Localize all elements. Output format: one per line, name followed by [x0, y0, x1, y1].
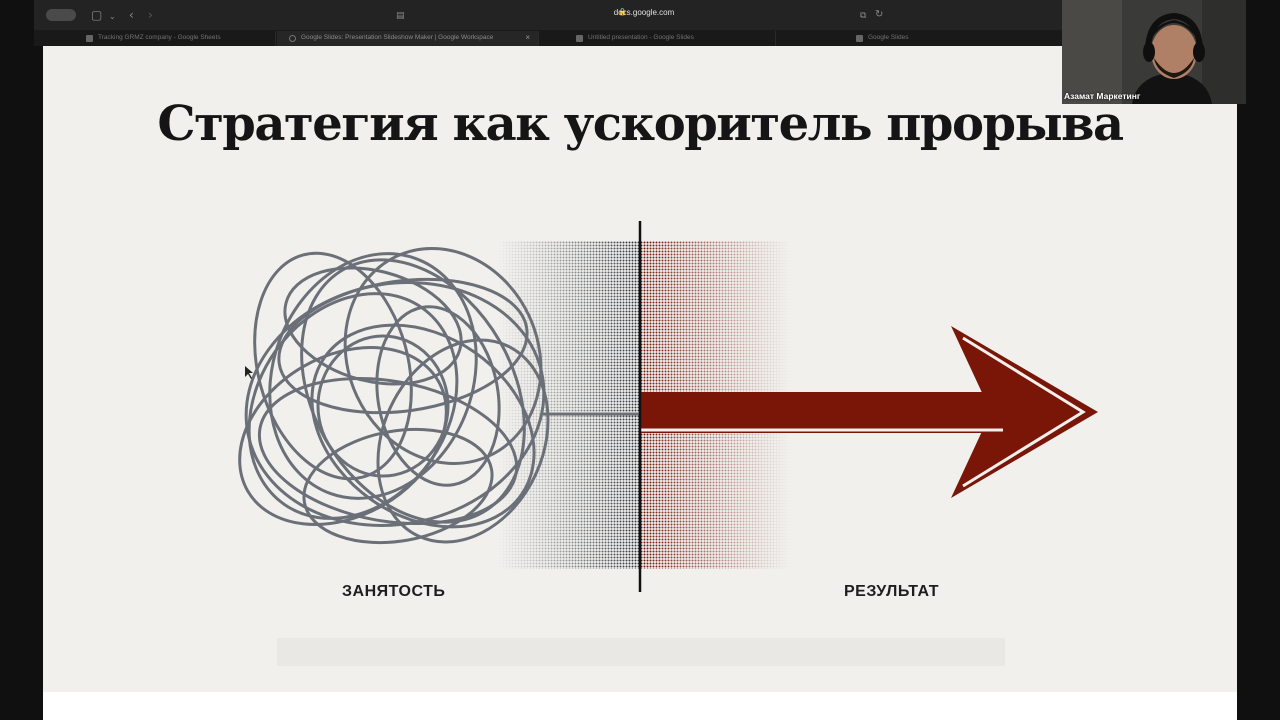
- sheets-icon: [86, 35, 93, 42]
- label-result: РЕЗУЛЬТАТ: [844, 583, 940, 600]
- sidebar-icon[interactable]: ▢: [91, 8, 102, 22]
- browser-toolbar: ▢ ⌄ ‹ › ▤ 🔒 docs.google.com ⧉ ↻: [34, 0, 1064, 31]
- halftone-grey-block: [498, 241, 640, 569]
- tab-google-slides[interactable]: Google Slides: [844, 31, 1064, 46]
- tab-untitled-presentation[interactable]: Untitled presentation - Google Slides: [564, 31, 776, 46]
- tab-label: Google Slides: Presentation Slideshow Ma…: [301, 34, 494, 41]
- tab-sheets[interactable]: Tracking GRMZ company - Google Sheets: [74, 31, 276, 46]
- slides-icon: [856, 35, 863, 42]
- slides-icon: [576, 35, 583, 42]
- forward-icon[interactable]: ›: [148, 8, 153, 22]
- speaker-notes-bar[interactable]: [277, 638, 1005, 666]
- label-busy: ЗАНЯТОСТЬ: [342, 583, 446, 600]
- webcam-video: Азамат Маркетинг: [1062, 0, 1246, 104]
- slide-illustration: [238, 221, 1098, 592]
- address-bar[interactable]: 🔒 docs.google.com: [394, 6, 894, 24]
- tab-label: Google Slides: [868, 34, 909, 41]
- screen: ▢ ⌄ ‹ › ▤ 🔒 docs.google.com ⧉ ↻ Tracking…: [0, 0, 1280, 720]
- translate-icon[interactable]: ⧉: [860, 9, 866, 23]
- tab-label: Untitled presentation - Google Slides: [588, 34, 694, 41]
- tab-label: Tracking GRMZ company - Google Sheets: [98, 34, 221, 41]
- tab-bar: Tracking GRMZ company - Google Sheets Go…: [34, 31, 1064, 46]
- chevron-down-icon[interactable]: ⌄: [109, 10, 116, 24]
- reload-icon[interactable]: ↻: [875, 8, 883, 22]
- google-icon: [289, 35, 296, 42]
- tab-slides-workspace[interactable]: Google Slides: Presentation Slideshow Ma…: [277, 31, 539, 46]
- slide-canvas[interactable]: Стратегия как ускоритель прорыва ЗАНЯТОС…: [43, 46, 1237, 692]
- window-controls[interactable]: [46, 9, 76, 21]
- close-icon[interactable]: ×: [525, 33, 530, 42]
- participant-name: Азамат Маркетинг: [1064, 91, 1141, 101]
- bottom-panel: [43, 692, 1237, 720]
- person-avatar: [1062, 0, 1246, 104]
- address-text: docs.google.com: [613, 8, 675, 17]
- back-icon[interactable]: ‹: [129, 8, 134, 22]
- cursor-icon: [245, 366, 253, 379]
